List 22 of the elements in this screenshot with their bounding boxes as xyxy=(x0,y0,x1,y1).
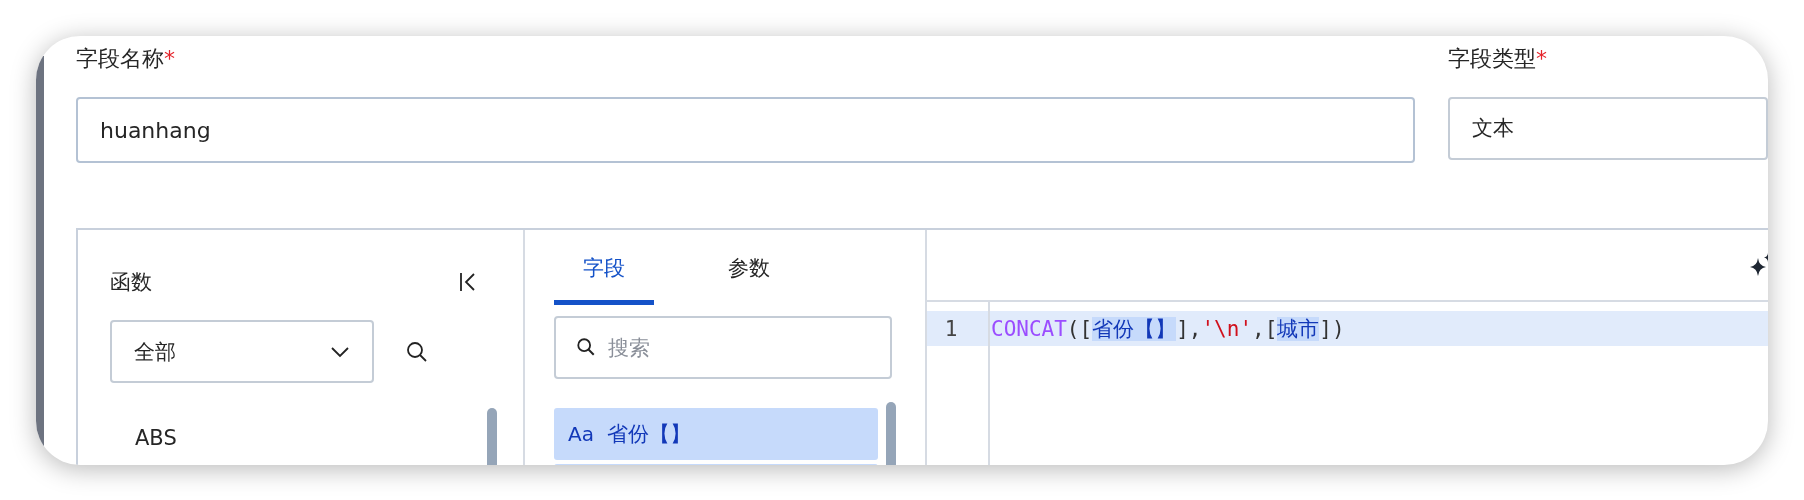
string-literal: '\n' xyxy=(1201,316,1253,341)
field-reference: 城市 xyxy=(1277,316,1320,341)
code-punctuation: ]) xyxy=(1319,316,1345,341)
code-punctuation: ,[ xyxy=(1252,316,1278,341)
type-select[interactable]: 文本 xyxy=(1448,97,1768,160)
required-mark: * xyxy=(164,46,175,71)
function-name: CONCAT xyxy=(991,316,1067,341)
field-item[interactable]: Aa 省份【】 xyxy=(554,408,878,460)
required-mark: * xyxy=(1536,46,1547,71)
category-dropdown[interactable]: 全部 xyxy=(110,320,374,383)
line-number: 1 xyxy=(943,316,959,341)
tab[interactable]: 字段 xyxy=(554,254,654,305)
field-reference: 省份【】 xyxy=(1092,316,1177,341)
field-label: 字段类型* xyxy=(1448,45,1548,73)
code-punctuation: ([ xyxy=(1066,316,1093,341)
functions-title: 函数 xyxy=(110,269,152,296)
name-input-field[interactable]: huanhang xyxy=(76,97,1415,163)
tab[interactable]: 参数 xyxy=(699,254,799,305)
function-item[interactable]: ABS xyxy=(135,426,177,450)
code-punctuation: ], xyxy=(1176,316,1202,341)
search-field[interactable]: 搜索 xyxy=(554,316,892,379)
field-label: 字段名称* xyxy=(76,45,176,73)
